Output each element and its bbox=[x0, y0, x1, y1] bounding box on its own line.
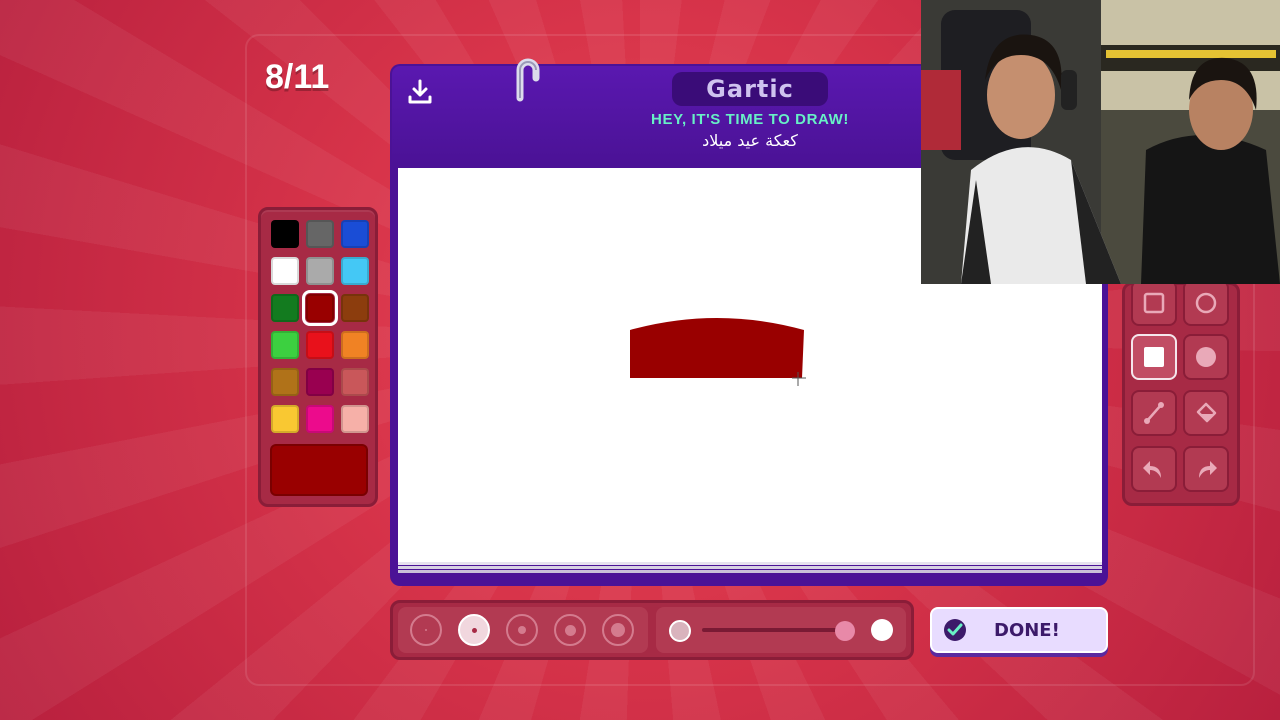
redo-icon bbox=[1199, 461, 1217, 478]
opacity-min-icon bbox=[669, 620, 691, 642]
done-button[interactable]: DONE! bbox=[930, 607, 1108, 653]
brush-size-button[interactable] bbox=[506, 614, 538, 646]
download-icon[interactable] bbox=[406, 78, 434, 106]
done-button-label: DONE! bbox=[994, 619, 1060, 641]
color-swatch[interactable] bbox=[341, 368, 369, 396]
opacity-slider-track[interactable] bbox=[702, 628, 852, 632]
color-swatch[interactable] bbox=[271, 405, 299, 433]
circle-filled-icon bbox=[1196, 347, 1216, 367]
secret-word: كعكة عيد ميلاد bbox=[702, 131, 798, 150]
color-swatch[interactable] bbox=[306, 331, 334, 359]
undo-button[interactable] bbox=[1131, 446, 1177, 492]
gartic-logo: Gartic bbox=[672, 72, 828, 106]
brush-size-button[interactable] bbox=[410, 614, 442, 646]
brush-size-button[interactable] bbox=[602, 614, 634, 646]
paper-edge bbox=[398, 562, 1102, 565]
circle-filled-tool[interactable] bbox=[1183, 334, 1229, 380]
color-swatch[interactable] bbox=[306, 405, 334, 433]
color-swatch[interactable] bbox=[341, 220, 369, 248]
square-outline-icon bbox=[1143, 292, 1165, 314]
color-palette bbox=[258, 207, 378, 507]
drawn-cake-shape bbox=[630, 318, 806, 386]
line-tool[interactable] bbox=[1131, 390, 1177, 436]
color-swatch[interactable] bbox=[341, 294, 369, 322]
brush-size-button[interactable] bbox=[554, 614, 586, 646]
color-swatch[interactable] bbox=[341, 331, 369, 359]
opacity-max-icon bbox=[871, 619, 893, 641]
color-swatch[interactable] bbox=[271, 294, 299, 322]
color-swatch[interactable] bbox=[271, 331, 299, 359]
paper-edge bbox=[398, 566, 1102, 569]
circle-outline-icon bbox=[1195, 292, 1217, 314]
round-counter: 8/11 bbox=[265, 58, 330, 96]
check-badge-icon bbox=[944, 619, 966, 641]
opacity-slider-handle[interactable] bbox=[835, 621, 855, 641]
color-swatch[interactable] bbox=[306, 220, 334, 248]
color-swatch[interactable] bbox=[271, 220, 299, 248]
draw-prompt: HEY, IT'S TIME TO DRAW! bbox=[651, 111, 849, 128]
color-swatch[interactable] bbox=[302, 290, 338, 326]
color-swatch[interactable] bbox=[271, 257, 299, 285]
color-swatch[interactable] bbox=[341, 405, 369, 433]
circle-outline-tool[interactable] bbox=[1183, 280, 1229, 326]
fill-tool[interactable] bbox=[1183, 390, 1229, 436]
fill-bucket-icon bbox=[1196, 402, 1217, 423]
color-swatch[interactable] bbox=[306, 257, 334, 285]
redo-button[interactable] bbox=[1183, 446, 1229, 492]
square-filled-tool[interactable] bbox=[1131, 334, 1177, 380]
paper-edge bbox=[398, 570, 1102, 573]
brush-size-button[interactable] bbox=[458, 614, 490, 646]
undo-icon bbox=[1143, 461, 1161, 478]
line-icon bbox=[1144, 402, 1164, 424]
square-filled-icon bbox=[1144, 347, 1164, 367]
color-swatch[interactable] bbox=[341, 257, 369, 285]
square-outline-tool[interactable] bbox=[1131, 280, 1177, 326]
webcam-overlay bbox=[921, 0, 1280, 284]
color-swatch[interactable] bbox=[271, 368, 299, 396]
binder-ring-icon bbox=[516, 58, 540, 102]
color-swatch[interactable] bbox=[306, 368, 334, 396]
current-color-preview bbox=[270, 444, 368, 496]
webcam-feed-image bbox=[921, 0, 1280, 284]
